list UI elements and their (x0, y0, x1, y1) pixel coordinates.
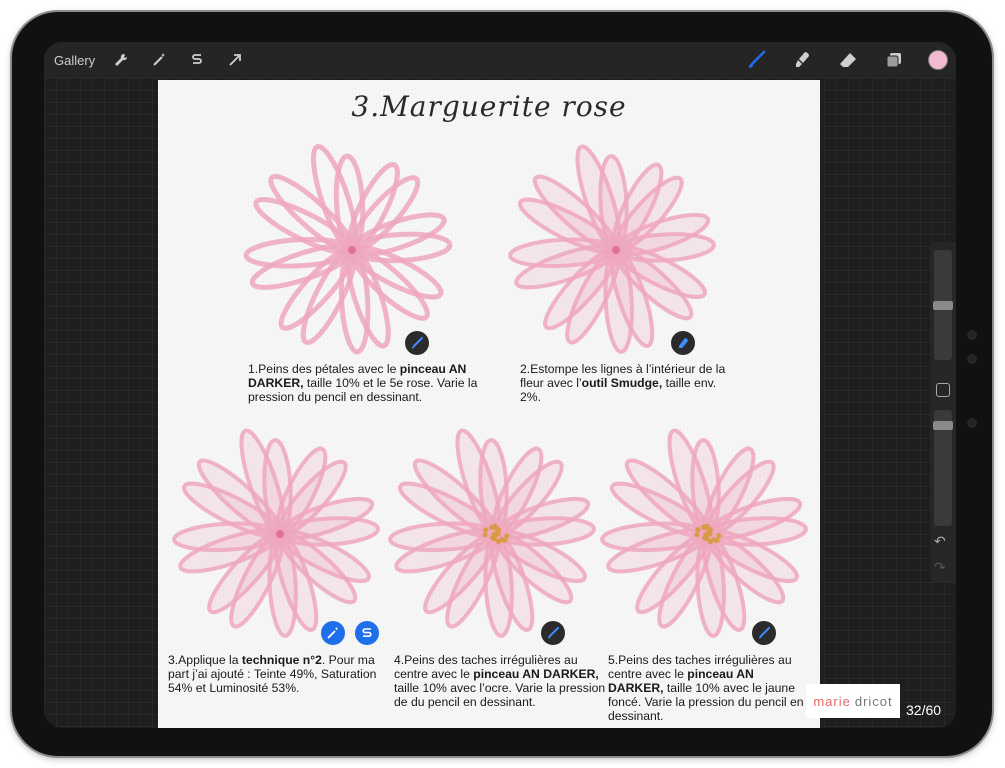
pollen-dot (504, 533, 510, 539)
pollen-dot (499, 537, 505, 543)
pollen-dot (489, 524, 495, 530)
flower-illustration-3 (172, 428, 380, 638)
pollen-dot (493, 526, 499, 532)
brush-icon (541, 621, 565, 645)
magic-wand-icon (321, 621, 345, 645)
wrench-icon[interactable] (109, 48, 133, 72)
top-toolbar: Gallery (44, 42, 956, 78)
smudge-icon (671, 331, 695, 355)
arrow-transform-icon[interactable] (223, 48, 247, 72)
flower-illustration-4 (388, 428, 596, 638)
camera-dot (967, 418, 977, 428)
pollen-dot (701, 524, 707, 530)
opacity-slider[interactable] (933, 410, 953, 526)
gallery-button[interactable]: Gallery (54, 53, 95, 68)
camera-dot (967, 330, 977, 340)
opacity-handle[interactable] (933, 420, 953, 430)
page-title: 3.Marguerite rose (351, 90, 627, 123)
brush-icon (752, 621, 776, 645)
adjustments-icon (355, 621, 379, 645)
pollen-dot (491, 532, 498, 538)
layers-icon[interactable] (882, 48, 906, 72)
undo-icon[interactable]: ↶ (934, 534, 946, 550)
pollen-dot (705, 526, 711, 532)
eyedropper-modify-button[interactable] (936, 383, 950, 397)
step-1-text: 1.Peins des pétales avec le pinceau AN D… (248, 362, 478, 404)
procreate-screen: Gallery 3.Marguerite rose 1.Peins des pé… (44, 42, 956, 728)
flower-illustration-2 (508, 144, 716, 354)
brush-icon (405, 331, 429, 355)
flower-center (348, 246, 356, 254)
flower-illustration-5 (600, 428, 808, 638)
step-4-text: 4.Peins des taches irrégulières au centr… (394, 653, 606, 709)
pollen-dot (694, 532, 700, 538)
pollen-dot (695, 527, 701, 533)
brush-size-slider[interactable] (933, 250, 953, 360)
redo-icon[interactable]: ↷ (934, 560, 946, 576)
pollen-dot (482, 532, 488, 538)
pollen-dot (703, 532, 710, 538)
ipad-frame: Gallery 3.Marguerite rose 1.Peins des pé… (12, 12, 992, 756)
eraser-icon[interactable] (836, 48, 860, 72)
brush-icon[interactable] (744, 48, 768, 72)
smudge-icon[interactable] (790, 48, 814, 72)
brush-sidebar: ↶ ↷ (930, 242, 956, 582)
pollen-dot (716, 533, 722, 539)
drawing-canvas[interactable]: 3.Marguerite rose 1.Peins des pétales av… (158, 80, 820, 728)
flower-illustration-1 (243, 143, 453, 355)
step-3-text: 3.Applique la technique n°2. Pour ma par… (168, 653, 377, 695)
magic-wand-icon[interactable] (147, 48, 171, 72)
color-swatch-button[interactable] (928, 50, 948, 70)
step-5-text: 5.Peins des taches irrégulières au centr… (608, 653, 804, 723)
pollen-dot (711, 537, 717, 543)
flower-center (276, 530, 284, 538)
pollen-dot (483, 527, 489, 533)
page-counter: 32/60 (906, 702, 942, 718)
author-logo: marie dricot (806, 684, 900, 718)
camera-dot (967, 354, 977, 364)
step-2-text: 2.Estompe les lignes à l’intérieur de la… (520, 362, 726, 404)
selection-s-icon[interactable] (185, 48, 209, 72)
brush-size-handle[interactable] (933, 300, 953, 310)
flower-center (612, 246, 620, 254)
